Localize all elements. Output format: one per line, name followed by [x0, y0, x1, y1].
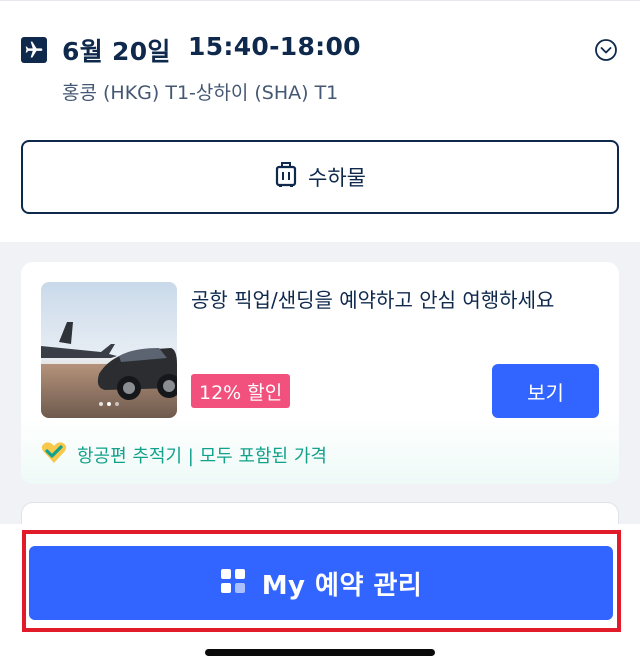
view-button[interactable]: 보기	[492, 364, 599, 418]
airplane-icon	[21, 37, 47, 63]
promo-image	[41, 282, 177, 418]
home-indicator	[205, 649, 435, 656]
promo-title: 공항 픽업/샌딩을 예약하고 안심 여행하세요	[191, 288, 555, 312]
tracker-row: 항공편 추적기 | 모두 포함된 가격	[41, 442, 327, 468]
baggage-button[interactable]: 수하물	[21, 140, 619, 214]
manage-booking-label: My 예약 관리	[261, 570, 423, 601]
flight-time: 15:40-18:00	[188, 32, 361, 61]
grid-icon	[220, 568, 246, 598]
heart-check-icon	[41, 442, 67, 468]
chevron-down-circle-icon[interactable]	[594, 38, 618, 62]
flight-date: 6월 20일	[62, 37, 171, 66]
manage-booking-button[interactable]: My 예약 관리	[29, 546, 613, 620]
discount-badge: 12% 할인	[191, 374, 291, 408]
luggage-icon	[274, 161, 298, 193]
flight-info-card: 6월 20일 15:40-18:00 홍콩 (HKG) T1-상하이 (SHA)…	[0, 0, 640, 242]
tracker-text: 항공편 추적기 | 모두 포함된 가격	[77, 446, 327, 467]
flight-route: 홍콩 (HKG) T1-상하이 (SHA) T1	[62, 82, 339, 104]
airport-transfer-promo-card[interactable]: 공항 픽업/샌딩을 예약하고 안심 여행하세요 12% 할인 보기 항공편 추적…	[21, 262, 619, 484]
baggage-label: 수하물	[308, 166, 366, 190]
